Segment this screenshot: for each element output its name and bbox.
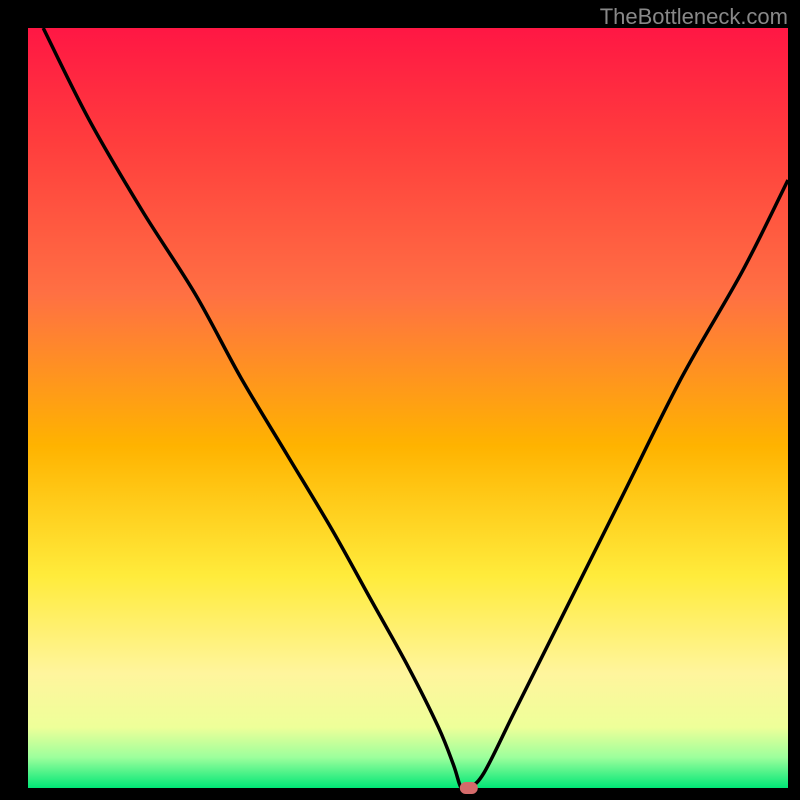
gradient-background	[28, 28, 788, 788]
bottleneck-chart	[0, 0, 800, 800]
chart-svg	[0, 0, 800, 800]
optimal-point-marker	[460, 782, 478, 794]
watermark-text: TheBottleneck.com	[600, 4, 788, 30]
